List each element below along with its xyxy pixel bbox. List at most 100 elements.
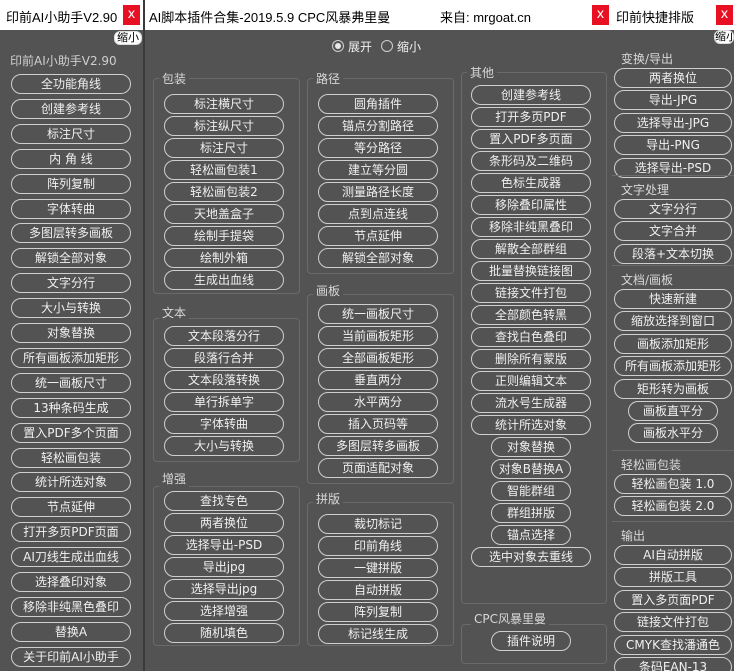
tool-button-zengqiang[interactable]: 导出jpg	[164, 557, 284, 577]
tool-button-wenben[interactable]: 字体转曲	[164, 414, 284, 434]
quick-tool-button[interactable]: 快速新建	[614, 289, 732, 309]
tool-button-baozhuang[interactable]: 生成出血线	[164, 270, 284, 290]
tool-button-qita[interactable]: 锚点选择	[491, 525, 571, 545]
tool-button-wenben[interactable]: 文本段落分行	[164, 326, 284, 346]
tool-button-huaban[interactable]: 垂直两分	[318, 370, 438, 390]
tool-button-qita[interactable]: 色标生成器	[471, 173, 591, 193]
tool-button-qita[interactable]: 查找白色叠印	[471, 327, 591, 347]
tool-button-baozhuang[interactable]: 标注横尺寸	[164, 94, 284, 114]
close-icon[interactable]: x	[716, 5, 733, 25]
left-tool-button[interactable]: 创建参考线	[11, 98, 131, 119]
tool-button-huaban[interactable]: 当前画板矩形	[318, 326, 438, 346]
tool-button-lujing[interactable]: 节点延伸	[318, 226, 438, 246]
tool-button-zengqiang[interactable]: 查找专色	[164, 491, 284, 511]
tool-button-zengqiang[interactable]: 选择导出-PSD	[164, 535, 284, 555]
left-tool-button[interactable]: 内 角 线	[11, 148, 131, 169]
quick-tool-button[interactable]: 矩形转为画板	[614, 378, 732, 399]
quick-tool-button[interactable]: CMYK查找潘通色	[614, 634, 732, 655]
left-tool-button[interactable]: 统计所选对象	[11, 472, 131, 493]
tool-button-qita[interactable]: 群组拼版	[491, 503, 571, 523]
tool-button-baozhuang[interactable]: 绘制手提袋	[164, 226, 284, 246]
tool-button-huaban[interactable]: 页面适配对象	[318, 458, 438, 478]
tool-button-huaban[interactable]: 统一画板尺寸	[318, 304, 438, 324]
tool-button-qita[interactable]: 解散全部群组	[471, 239, 591, 259]
tool-button-huaban[interactable]: 水平两分	[318, 392, 438, 412]
tool-button-lujing[interactable]: 解锁全部对象	[318, 248, 438, 268]
quick-tool-button[interactable]: 轻松画包装 1.0	[614, 474, 732, 494]
tool-button-pinban[interactable]: 标记线生成	[318, 624, 438, 644]
tool-button-huaban[interactable]: 插入页码等	[318, 414, 438, 434]
left-tool-button[interactable]: 打开多页PDF页面	[11, 522, 131, 543]
quick-tool-button[interactable]: 轻松画包装 2.0	[614, 496, 732, 517]
left-tool-button[interactable]: 解锁全部对象	[11, 248, 131, 269]
expand-radio[interactable]	[332, 40, 344, 52]
tool-button-qita[interactable]: 条形码及二维码	[471, 151, 591, 171]
quick-tool-button[interactable]: 选择导出-JPG	[614, 112, 732, 133]
quick-tool-button[interactable]: 导出-JPG	[614, 90, 732, 111]
left-shrink-button[interactable]: 缩小	[114, 31, 142, 45]
quick-tool-button[interactable]: 画板直平分	[628, 401, 718, 421]
quick-tool-button[interactable]: 文字分行	[614, 199, 732, 219]
left-tool-button[interactable]: AI刀线生成出血线	[11, 547, 131, 568]
left-tool-button[interactable]: 字体转曲	[11, 198, 131, 219]
quick-tool-button[interactable]: 拼版工具	[614, 567, 732, 588]
tool-button-qita[interactable]: 对象替换	[491, 437, 571, 457]
quick-tool-button[interactable]: 画板添加矩形	[614, 333, 732, 354]
left-tool-button[interactable]: 阵列复制	[11, 173, 131, 194]
quick-tool-button[interactable]: 链接文件打包	[614, 612, 732, 633]
tool-button-lujing[interactable]: 等分路径	[318, 138, 438, 158]
tool-button-zengqiang[interactable]: 随机填色	[164, 623, 284, 643]
tool-button-qita[interactable]: 批量替换链接图	[471, 261, 591, 281]
tool-button-baozhuang[interactable]: 标注纵尺寸	[164, 116, 284, 136]
quick-tool-button[interactable]: 缩放选择到窗口	[614, 311, 732, 332]
shrink-radio[interactable]	[381, 40, 393, 52]
tool-button-qita[interactable]: 正则编辑文本	[471, 371, 591, 391]
tool-button-qita[interactable]: 删除所有蒙版	[471, 349, 591, 369]
left-tool-button[interactable]: 轻松画包装	[11, 447, 131, 468]
quick-tool-button[interactable]: 文字合并	[614, 221, 732, 242]
tool-button-baozhuang[interactable]: 轻松画包装2	[164, 182, 284, 202]
left-tool-button[interactable]: 全功能角线	[11, 74, 131, 94]
left-tool-button[interactable]: 标注尺寸	[11, 123, 131, 144]
tool-button-zengqiang[interactable]: 选择增强	[164, 601, 284, 621]
quick-tool-button[interactable]: 画板水平分	[628, 423, 718, 444]
close-icon[interactable]: x	[123, 5, 140, 25]
tool-button-qita[interactable]: 移除叠印属性	[471, 195, 591, 215]
tool-button-qita[interactable]: 置入PDF多页面	[471, 129, 591, 149]
tool-button-baozhuang[interactable]: 绘制外箱	[164, 248, 284, 268]
tool-button-lujing[interactable]: 锚点分割路径	[318, 116, 438, 136]
tool-button-pinban[interactable]: 一键拼版	[318, 558, 438, 578]
quick-tool-button[interactable]: 段落+文本切换	[614, 243, 732, 264]
tool-button-wenben[interactable]: 大小与转换	[164, 436, 284, 456]
tool-button-qita[interactable]: 创建参考线	[471, 85, 591, 105]
left-tool-button[interactable]: 选择叠印对象	[11, 572, 131, 592]
tool-button-pinban[interactable]: 印前角线	[318, 536, 438, 556]
left-tool-button[interactable]: 所有画板添加矩形	[11, 347, 131, 368]
quick-tool-button[interactable]: 导出-PNG	[614, 135, 732, 156]
tool-button-qita[interactable]: 智能群组	[491, 481, 571, 501]
tool-button-qita[interactable]: 打开多页PDF	[471, 107, 591, 127]
quick-tool-button[interactable]: 条码EAN-13	[614, 657, 732, 671]
tool-button-lujing[interactable]: 测量路径长度	[318, 182, 438, 202]
tool-button-pinban[interactable]: 裁切标记	[318, 514, 438, 534]
tool-button-qita[interactable]: 流水号生成器	[471, 393, 591, 413]
tool-button-pinban[interactable]: 自动拼版	[318, 580, 438, 600]
tool-button-lujing[interactable]: 点到点连线	[318, 204, 438, 224]
left-tool-button[interactable]: 对象替换	[11, 323, 131, 343]
tool-button-wenben[interactable]: 文本段落转换	[164, 370, 284, 390]
tool-button-lujing[interactable]: 建立等分圆	[318, 160, 438, 180]
tool-button-qita[interactable]: 链接文件打包	[471, 283, 591, 303]
tool-button-qita[interactable]: 全部颜色转黑	[471, 305, 591, 325]
left-tool-button[interactable]: 文字分行	[11, 273, 131, 294]
tool-button-qita[interactable]: 对象B替换A	[491, 459, 571, 479]
quick-tool-button[interactable]: 所有画板添加矩形	[614, 356, 732, 377]
close-icon[interactable]: x	[592, 5, 609, 25]
tool-button-baozhuang[interactable]: 轻松画包装1	[164, 160, 284, 180]
tool-button-lujing[interactable]: 圆角插件	[318, 94, 438, 114]
tool-button-zengqiang[interactable]: 两者换位	[164, 513, 284, 533]
left-tool-button[interactable]: 节点延伸	[11, 497, 131, 518]
tool-button-qita[interactable]: 选中对象去重线	[471, 547, 591, 567]
left-tool-button[interactable]: 置入PDF多个页面	[11, 422, 131, 443]
tool-button-zengqiang[interactable]: 选择导出jpg	[164, 579, 284, 599]
left-tool-button[interactable]: 移除非纯黑色叠印	[11, 596, 131, 617]
